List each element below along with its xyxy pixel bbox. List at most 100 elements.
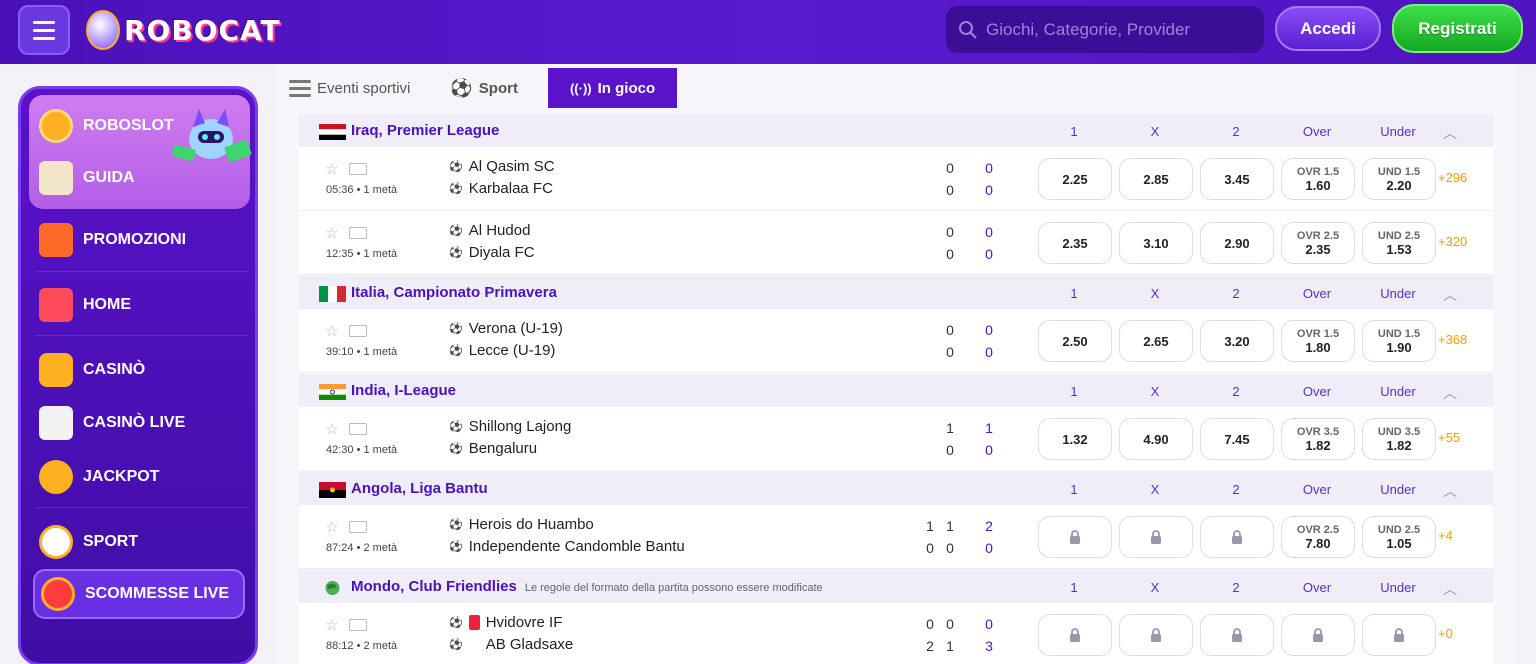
odd-button-o1[interactable]: 2.50 <box>1038 320 1112 362</box>
favorite-star-icon[interactable]: ☆ <box>325 616 338 634</box>
favorite-star-icon[interactable]: ☆ <box>325 518 338 536</box>
chevron-up-icon[interactable]: ︿ <box>1443 481 1457 499</box>
favorite-star-icon[interactable]: ☆ <box>325 224 338 242</box>
locked-odd-button <box>1281 614 1355 656</box>
home-team: ⚽ Shillong Lajong <box>449 418 572 435</box>
match-row[interactable]: ☆ 87:24 • 2 metà ⚽ Herois do Huambo ⚽ Indepen… <box>299 505 1493 569</box>
match-time: 42:30 • 1 metà <box>326 444 398 456</box>
robocat-logo[interactable]: ROBOCAT <box>86 6 281 54</box>
odd-button-o2[interactable]: 3.45 <box>1200 158 1274 200</box>
match-time: 12:35 • 1 metà <box>326 248 398 260</box>
odd-button-under[interactable]: UND 2.5 1.05 <box>1362 516 1436 558</box>
tab-in-play[interactable]: ((·)) In gioco <box>547 68 678 108</box>
odd-button-under[interactable]: UND 2.5 1.53 <box>1362 222 1436 264</box>
sidebar-item-roboslot[interactable]: ROBOSLOT <box>39 109 174 143</box>
sidebar-item-jackpot[interactable]: JACKPOT <box>39 460 160 494</box>
away-team: ⚽ AB Gladsaxe <box>449 636 574 653</box>
sidebar-item-label: GUIDA <box>83 169 135 186</box>
pitch-icon[interactable] <box>349 325 367 337</box>
sidebar-item-casino[interactable]: CASINÒ <box>39 353 145 387</box>
match-row[interactable]: ☆ 88:12 • 2 metà ⚽ Hvidovre IF ⚽ AB Gladsaxe 0… <box>299 603 1493 664</box>
sidebar-item-scommesse-live[interactable]: SCOMMESSE LIVE <box>33 569 245 619</box>
search-input[interactable] <box>986 19 1246 40</box>
sidebar-item-sport[interactable]: SPORT <box>39 525 138 559</box>
tab-label: In gioco <box>597 79 656 97</box>
half-score-away: 1 <box>946 638 954 654</box>
more-markets-count[interactable]: +320 <box>1438 234 1467 249</box>
locked-odd-button <box>1200 516 1274 558</box>
favorite-star-icon[interactable]: ☆ <box>325 420 338 438</box>
odd-button-over[interactable]: OVR 3.5 1.82 <box>1281 418 1355 460</box>
login-button[interactable]: Accedi <box>1275 6 1381 51</box>
chevron-up-icon[interactable]: ︿ <box>1443 123 1457 141</box>
more-markets-count[interactable]: +55 <box>1438 430 1460 445</box>
tab-sport[interactable]: ⚽ Sport <box>438 68 530 108</box>
football-icon: ⚽ <box>449 247 463 259</box>
league-header[interactable]: India, I-League 1 X 2 Over Under ︿ <box>299 374 1493 408</box>
first-half-score-away: 2 <box>926 638 934 654</box>
sidebar-item-home[interactable]: HOME <box>39 288 131 322</box>
menu-button[interactable] <box>18 5 70 55</box>
more-markets-count[interactable]: +0 <box>1438 626 1453 641</box>
odd-button-ox[interactable]: 3.10 <box>1119 222 1193 264</box>
more-markets-count[interactable]: +4 <box>1438 528 1453 543</box>
league-header[interactable]: Italia, Campionato Primavera 1 X 2 Over Under… <box>299 276 1493 310</box>
tab-events[interactable]: Eventi sportivi <box>277 68 422 108</box>
odd-button-over[interactable]: OVR 2.5 2.35 <box>1281 222 1355 264</box>
pitch-icon[interactable] <box>349 619 367 631</box>
league-header[interactable]: Mondo, Club Friendlies Le regole del form… <box>299 570 1493 604</box>
sidebar-item-label: JACKPOT <box>83 468 160 485</box>
locked-odd-button <box>1038 516 1112 558</box>
pitch-icon[interactable] <box>349 423 367 435</box>
odd-button-ox[interactable]: 2.65 <box>1119 320 1193 362</box>
odd-button-o2[interactable]: 7.45 <box>1200 418 1274 460</box>
match-row[interactable]: ☆ 42:30 • 1 metà ⚽ Shillong Lajong ⚽ Bengalur… <box>299 407 1493 471</box>
more-markets-count[interactable]: +368 <box>1438 332 1467 347</box>
column-header-cx: X <box>1150 384 1160 399</box>
league-header[interactable]: Angola, Liga Bantu 1 X 2 Over Under ︿ <box>299 472 1493 506</box>
odd-button-o2[interactable]: 2.90 <box>1200 222 1274 264</box>
chevron-up-icon[interactable]: ︿ <box>1443 383 1457 401</box>
lock-icon <box>1313 628 1323 642</box>
pitch-icon[interactable] <box>349 227 367 239</box>
pitch-icon[interactable] <box>349 163 367 175</box>
first-half-score-away: 0 <box>926 540 934 556</box>
odd-button-o1[interactable]: 1.32 <box>1038 418 1112 460</box>
odd-button-o2[interactable]: 3.20 <box>1200 320 1274 362</box>
column-header-cx: X <box>1150 124 1160 139</box>
odd-button-under[interactable]: UND 3.5 1.82 <box>1362 418 1436 460</box>
match-time: 88:12 • 2 metà <box>326 640 398 652</box>
more-markets-count[interactable]: +296 <box>1438 170 1467 185</box>
column-header-c1: 1 <box>1070 482 1078 497</box>
column-header-c2: 2 <box>1232 124 1240 139</box>
odd-button-over[interactable]: OVR 1.5 1.80 <box>1281 320 1355 362</box>
odd-button-o1[interactable]: 2.25 <box>1038 158 1112 200</box>
match-row[interactable]: ☆ 05:36 • 1 metà ⚽ Al Qasim SC ⚽ Karbalaa FC 0… <box>299 147 1493 211</box>
sidebar-item-promozioni[interactable]: PROMOZIONI <box>39 223 186 257</box>
home-team: ⚽ Al Qasim SC <box>449 158 555 175</box>
odd-button-over[interactable]: OVR 2.5 7.80 <box>1281 516 1355 558</box>
odd-button-ox[interactable]: 4.90 <box>1119 418 1193 460</box>
column-header-c2: 2 <box>1232 384 1240 399</box>
chevron-up-icon[interactable]: ︿ <box>1443 285 1457 303</box>
football-icon: ⚽ <box>449 541 463 553</box>
odd-button-under[interactable]: UND 1.5 2.20 <box>1362 158 1436 200</box>
match-row[interactable]: ☆ 12:35 • 1 metà ⚽ Al Hudod ⚽ Diyala FC 0 0 0 0 2.… <box>299 211 1493 275</box>
odd-button-ox[interactable]: 2.85 <box>1119 158 1193 200</box>
match-row[interactable]: ☆ 39:10 • 1 metà ⚽ Verona (U-19) ⚽ Lecce (U-1… <box>299 309 1493 373</box>
hamburger-line <box>33 28 55 32</box>
football-icon: ⚽ <box>449 183 463 195</box>
sidebar-item-guida[interactable]: GUIDA <box>39 161 135 195</box>
chevron-up-icon[interactable]: ︿ <box>1443 579 1457 597</box>
sidebar-item-casino-live[interactable]: CASINÒ LIVE <box>39 406 185 440</box>
favorite-star-icon[interactable]: ☆ <box>325 322 338 340</box>
league-name: Angola, Liga Bantu <box>351 480 488 497</box>
odd-button-over[interactable]: OVR 1.5 1.60 <box>1281 158 1355 200</box>
odd-button-under[interactable]: UND 1.5 1.90 <box>1362 320 1436 362</box>
search-box[interactable] <box>946 6 1264 53</box>
register-button[interactable]: Registrati <box>1392 4 1523 53</box>
odd-button-o1[interactable]: 2.35 <box>1038 222 1112 264</box>
pitch-icon[interactable] <box>349 521 367 533</box>
favorite-star-icon[interactable]: ☆ <box>325 160 338 178</box>
league-header[interactable]: Iraq, Premier League 1 X 2 Over Under ︿ <box>299 114 1493 148</box>
